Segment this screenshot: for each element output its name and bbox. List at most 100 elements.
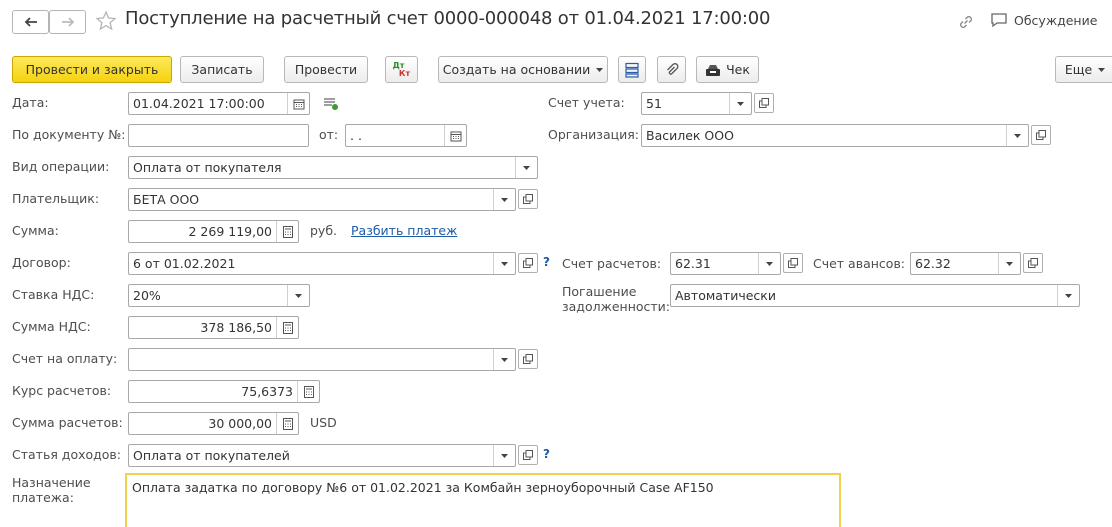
sum-field[interactable]: 2 269 119,00	[128, 220, 299, 243]
post-label: Провести	[294, 62, 358, 77]
open-org-button[interactable]	[1031, 125, 1051, 145]
open-icon	[1028, 258, 1038, 268]
debt-select[interactable]: Автоматически	[670, 284, 1080, 307]
calendar-icon[interactable]	[287, 93, 309, 114]
rate-field[interactable]: 75,6373	[128, 380, 320, 403]
attach-button[interactable]	[657, 56, 686, 83]
debt-label-line2: задолженности:	[562, 299, 671, 314]
settle-sum-field[interactable]: 30 000,00	[128, 412, 299, 435]
income-item-help-icon[interactable]: ?	[543, 447, 550, 461]
chevron-down-icon[interactable]	[287, 285, 309, 306]
advance-account-field[interactable]: 62.32	[910, 252, 1021, 275]
purpose-label-line2: платежа:	[12, 490, 74, 505]
arrow-left-icon	[24, 17, 37, 27]
vat-rate-label: Ставка НДС:	[12, 287, 95, 302]
discussion-label: Обсуждение	[1014, 12, 1098, 28]
open-icon	[523, 450, 533, 460]
more-label: Еще	[1064, 62, 1093, 77]
open-settle-account-button[interactable]	[783, 253, 803, 273]
open-icon	[523, 194, 533, 204]
sum-label: Сумма:	[12, 223, 59, 238]
chevron-down-icon[interactable]	[1057, 285, 1079, 306]
dropdown-arrow-icon	[1098, 67, 1106, 72]
invoice-field[interactable]	[128, 348, 516, 371]
chat-icon	[991, 13, 1007, 28]
calendar-icon[interactable]	[444, 125, 466, 146]
chevron-down-icon[interactable]	[758, 253, 780, 274]
open-income-item-button[interactable]	[518, 445, 538, 465]
post-and-close-label: Провести и закрыть	[25, 62, 159, 77]
split-payment-link[interactable]: Разбить платеж	[351, 223, 457, 238]
open-icon	[523, 258, 533, 268]
calculator-icon[interactable]	[276, 221, 298, 242]
income-item-field[interactable]: Оплата от покупателей	[128, 444, 516, 467]
vat-rate-select[interactable]: 20%	[128, 284, 310, 307]
open-advance-account-button[interactable]	[1023, 253, 1043, 273]
date-field[interactable]: 01.04.2021 17:00:00	[128, 92, 310, 115]
org-label: Организация:	[548, 127, 639, 142]
operation-label: Вид операции:	[12, 159, 110, 174]
operation-select[interactable]: Оплата от покупателя	[128, 156, 538, 179]
sum-value: 2 269 119,00	[188, 224, 273, 239]
open-payer-button[interactable]	[518, 189, 538, 209]
operation-value: Оплата от покупателя	[133, 160, 282, 175]
vat-sum-label: Сумма НДС:	[12, 319, 91, 334]
more-button[interactable]: Еще	[1055, 56, 1112, 83]
chevron-down-icon[interactable]	[515, 157, 537, 178]
account-field[interactable]: 51	[641, 92, 752, 115]
settle-account-value: 62.31	[675, 256, 711, 271]
open-account-button[interactable]	[754, 93, 774, 113]
post-and-close-button[interactable]: Провести и закрыть	[12, 56, 172, 83]
structure-button[interactable]	[618, 56, 646, 83]
from-label: от:	[319, 127, 339, 142]
calculator-icon[interactable]	[297, 381, 319, 402]
link-icon[interactable]	[957, 13, 975, 31]
receipt-button[interactable]: Чек	[696, 56, 759, 83]
settle-account-field[interactable]: 62.31	[670, 252, 781, 275]
chevron-down-icon[interactable]	[493, 349, 515, 370]
open-contract-button[interactable]	[518, 253, 538, 273]
calculator-icon[interactable]	[276, 413, 298, 434]
purpose-textarea[interactable]: Оплата задатка по договору №6 от 01.02.2…	[125, 473, 841, 527]
chevron-down-icon[interactable]	[998, 253, 1020, 274]
chevron-down-icon[interactable]	[493, 445, 515, 466]
vat-sum-field[interactable]: 378 186,50	[128, 316, 299, 339]
income-item-label: Статья доходов:	[12, 447, 122, 462]
org-field[interactable]: Василек ООО	[641, 124, 1029, 147]
debt-label-line1: Погашение	[562, 284, 637, 299]
cash-register-icon	[706, 64, 721, 76]
open-icon	[523, 354, 533, 364]
favorite-star-icon[interactable]	[95, 10, 117, 32]
purpose-value: Оплата задатка по договору №6 от 01.02.2…	[132, 480, 714, 495]
advance-account-label: Счет авансов:	[813, 256, 906, 271]
chevron-down-icon[interactable]	[493, 253, 515, 274]
payer-field[interactable]: БЕТА ООО	[128, 188, 516, 211]
chevron-down-icon[interactable]	[729, 93, 751, 114]
chevron-down-icon[interactable]	[493, 189, 515, 210]
doc-num-field[interactable]	[128, 124, 309, 147]
discussion-button[interactable]: Обсуждение	[990, 12, 1097, 28]
save-button[interactable]: Записать	[180, 56, 264, 83]
list-comment-icon[interactable]	[322, 96, 340, 115]
from-date-field[interactable]: . .	[345, 124, 467, 147]
forward-button[interactable]	[49, 10, 86, 34]
open-invoice-button[interactable]	[518, 349, 538, 369]
contract-field[interactable]: 6 от 01.02.2021	[128, 252, 516, 275]
rate-label: Курс расчетов:	[12, 383, 112, 398]
arrow-right-icon	[61, 17, 74, 27]
create-based-on-button[interactable]: Создать на основании	[438, 56, 608, 83]
date-value: 01.04.2021 17:00:00	[133, 96, 265, 111]
contract-help-icon[interactable]: ?	[543, 255, 550, 269]
account-label: Счет учета:	[548, 95, 625, 110]
advance-account-value: 62.32	[915, 256, 951, 271]
paperclip-icon	[666, 62, 678, 75]
purpose-label: Назначение платежа:	[12, 475, 91, 505]
post-button[interactable]: Провести	[284, 56, 368, 83]
calculator-icon[interactable]	[276, 317, 298, 338]
back-button[interactable]	[12, 10, 49, 34]
chevron-down-icon[interactable]	[1006, 125, 1028, 146]
contract-label: Договор:	[12, 255, 71, 270]
open-icon	[788, 258, 798, 268]
dt-kt-button[interactable]: Дт Кт	[385, 56, 418, 83]
open-icon	[759, 98, 769, 108]
